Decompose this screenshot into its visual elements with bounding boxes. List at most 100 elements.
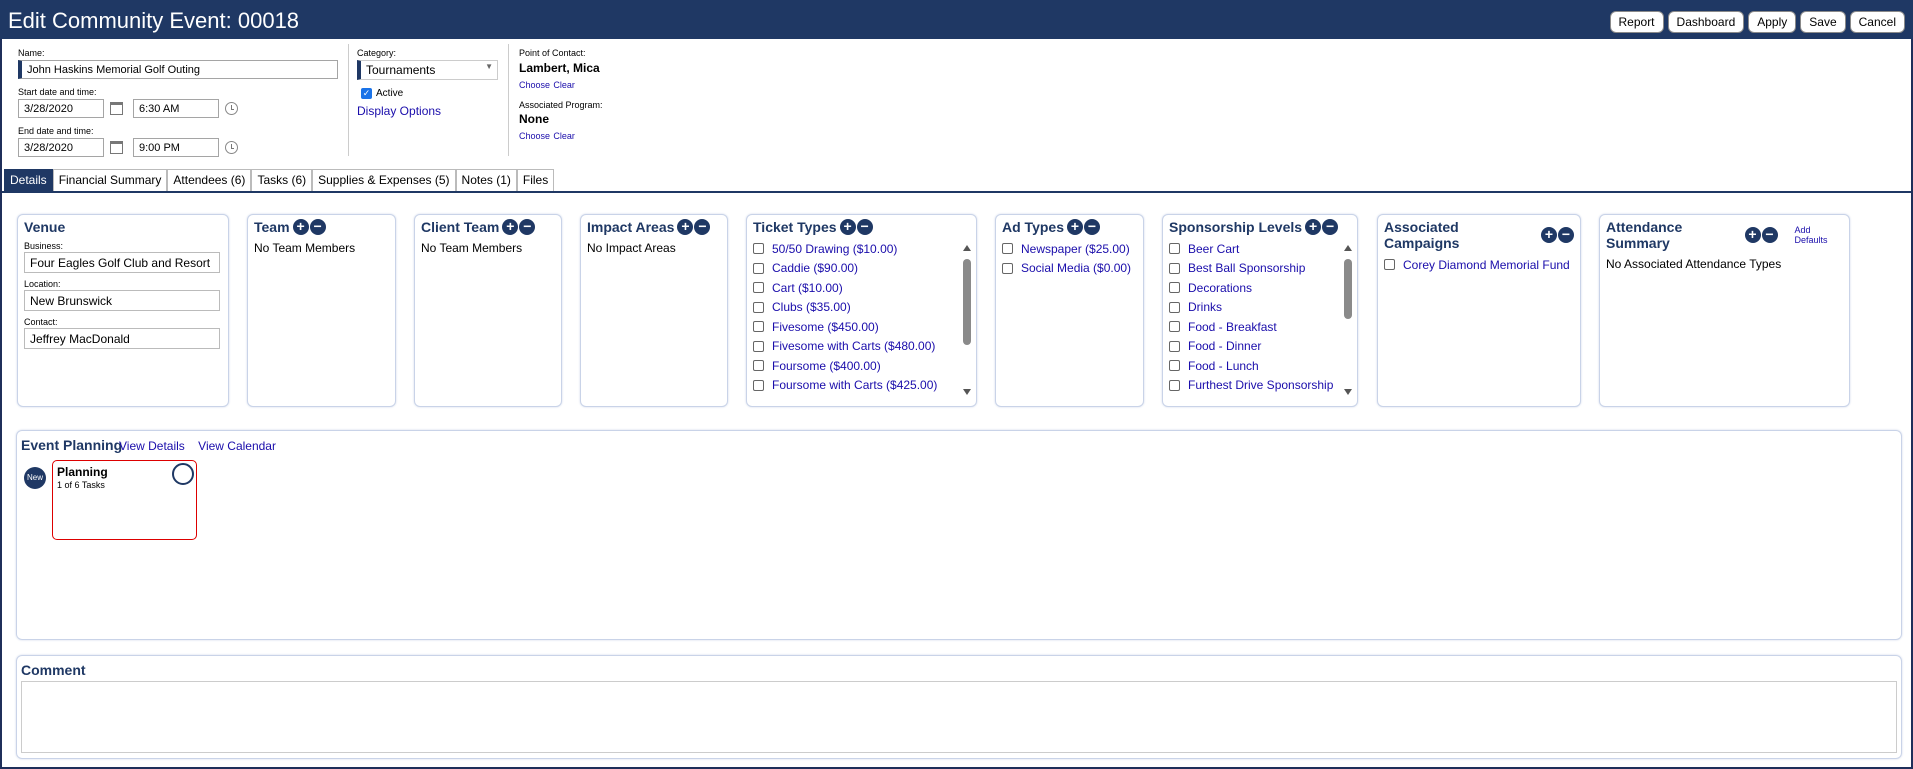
add-icon[interactable]: + (1744, 227, 1761, 243)
sponsorship-levels-card: Sponsorship Levels + − Beer Cart Best Bal… (1162, 214, 1358, 407)
calendar-icon[interactable] (110, 141, 123, 154)
checkbox[interactable] (753, 243, 764, 255)
add-icon[interactable]: + (292, 219, 309, 235)
remove-icon[interactable]: − (309, 219, 326, 235)
list-item[interactable]: Caddie ($90.00) (753, 259, 970, 279)
scroll-thumb[interactable] (963, 259, 971, 345)
list-item[interactable]: Drinks (1169, 298, 1351, 318)
add-icon[interactable]: + (1066, 219, 1083, 235)
checkbox[interactable] (753, 340, 764, 352)
poc-clear-link[interactable]: Clear (553, 80, 575, 90)
list-item[interactable]: Foursome ($400.00) (753, 356, 970, 376)
checkbox[interactable] (1169, 379, 1180, 391)
cancel-button[interactable]: Cancel (1849, 11, 1905, 33)
list-item[interactable]: Fivesome ($450.00) (753, 317, 970, 337)
list-item[interactable]: Corey Diamond Memorial Fund (1384, 255, 1574, 275)
scrollbar[interactable] (1343, 245, 1353, 395)
view-details-link[interactable]: View Details (119, 439, 185, 453)
list-item[interactable]: Foursome with Carts ($425.00) (753, 376, 970, 396)
remove-icon[interactable]: − (694, 219, 711, 235)
program-choose-link[interactable]: Choose (519, 131, 550, 141)
tab-files[interactable]: Files (516, 169, 555, 191)
add-icon[interactable]: + (502, 219, 519, 235)
start-time-field[interactable] (133, 99, 219, 118)
add-icon[interactable]: + (839, 219, 856, 235)
checkbox[interactable] (1169, 262, 1180, 274)
business-field[interactable] (24, 252, 220, 273)
tab-notes[interactable]: Notes (1) (455, 169, 517, 191)
list-item[interactable]: Beer Cart (1169, 239, 1351, 259)
report-button[interactable]: Report (1609, 11, 1664, 33)
add-icon[interactable]: + (1541, 227, 1557, 243)
checkbox[interactable] (1384, 259, 1395, 271)
location-field[interactable] (24, 290, 220, 311)
checkbox[interactable] (1169, 321, 1180, 333)
list-item[interactable]: Newspaper ($25.00) (1002, 239, 1137, 259)
save-button[interactable]: Save (1800, 11, 1846, 33)
list-item[interactable]: 50/50 Drawing ($10.00) (753, 239, 970, 259)
checkbox[interactable] (1169, 340, 1180, 352)
planning-stage-card[interactable]: Planning 1 of 6 Tasks (52, 460, 197, 540)
view-calendar-link[interactable]: View Calendar (198, 439, 276, 453)
add-icon[interactable]: + (1305, 219, 1322, 235)
scroll-up-icon[interactable] (963, 245, 971, 251)
status-circle-icon[interactable] (172, 463, 194, 485)
dashboard-button[interactable]: Dashboard (1667, 11, 1745, 33)
checkbox[interactable] (753, 360, 764, 372)
tab-details[interactable]: Details (4, 169, 53, 191)
list-item[interactable]: Food - Lunch (1169, 356, 1351, 376)
list-item[interactable]: Best Ball Sponsorship (1169, 259, 1351, 279)
checkbox[interactable] (753, 262, 764, 274)
tab-tasks[interactable]: Tasks (6) (251, 169, 313, 191)
contact-field[interactable] (24, 328, 220, 349)
comment-field[interactable] (21, 681, 1897, 753)
list-item[interactable]: Cart ($10.00) (753, 278, 970, 298)
category-select[interactable]: Tournaments ▼ (357, 60, 498, 80)
add-icon[interactable]: + (677, 219, 694, 235)
active-checkbox[interactable]: ✓ (361, 88, 372, 99)
remove-icon[interactable]: − (519, 219, 536, 235)
tab-financial-summary[interactable]: Financial Summary (52, 169, 168, 191)
checkbox[interactable] (1169, 301, 1180, 313)
calendar-icon[interactable] (110, 102, 123, 115)
add-defaults-link[interactable]: Add Defaults (1795, 225, 1844, 245)
clock-icon[interactable] (225, 102, 238, 115)
tab-attendees[interactable]: Attendees (6) (167, 169, 252, 191)
clock-icon[interactable] (225, 141, 238, 154)
end-date-field[interactable] (18, 138, 104, 157)
scroll-up-icon[interactable] (1344, 245, 1352, 251)
tab-supplies-expenses[interactable]: Supplies & Expenses (5) (312, 169, 456, 191)
checkbox[interactable] (1002, 243, 1013, 255)
list-item[interactable]: Food - Dinner (1169, 337, 1351, 357)
display-options-link[interactable]: Display Options (357, 104, 441, 118)
apply-button[interactable]: Apply (1748, 11, 1797, 33)
scroll-down-icon[interactable] (1344, 389, 1352, 395)
list-item[interactable]: Furthest Drive Sponsorship (1169, 376, 1351, 396)
list-item[interactable]: Fivesome with Carts ($480.00) (753, 337, 970, 357)
checkbox[interactable] (1169, 282, 1180, 294)
end-time-field[interactable] (133, 138, 219, 157)
scroll-thumb[interactable] (1344, 259, 1352, 319)
remove-icon[interactable]: − (856, 219, 873, 235)
checkbox[interactable] (1002, 262, 1013, 274)
remove-icon[interactable]: − (1558, 227, 1574, 243)
list-item[interactable]: Decorations (1169, 278, 1351, 298)
remove-icon[interactable]: − (1761, 227, 1778, 243)
poc-choose-link[interactable]: Choose (519, 80, 550, 90)
checkbox[interactable] (753, 301, 764, 313)
name-field[interactable] (18, 60, 338, 79)
remove-icon[interactable]: − (1322, 219, 1339, 235)
checkbox[interactable] (753, 321, 764, 333)
program-clear-link[interactable]: Clear (553, 131, 575, 141)
checkbox[interactable] (1169, 243, 1180, 255)
list-item[interactable]: Food - Breakfast (1169, 317, 1351, 337)
scroll-down-icon[interactable] (963, 389, 971, 395)
scrollbar[interactable] (962, 245, 972, 395)
list-item[interactable]: Social Media ($0.00) (1002, 259, 1137, 279)
checkbox[interactable] (753, 282, 764, 294)
checkbox[interactable] (753, 379, 764, 391)
remove-icon[interactable]: − (1083, 219, 1100, 235)
checkbox[interactable] (1169, 360, 1180, 372)
list-item[interactable]: Clubs ($35.00) (753, 298, 970, 318)
start-date-field[interactable] (18, 99, 104, 118)
